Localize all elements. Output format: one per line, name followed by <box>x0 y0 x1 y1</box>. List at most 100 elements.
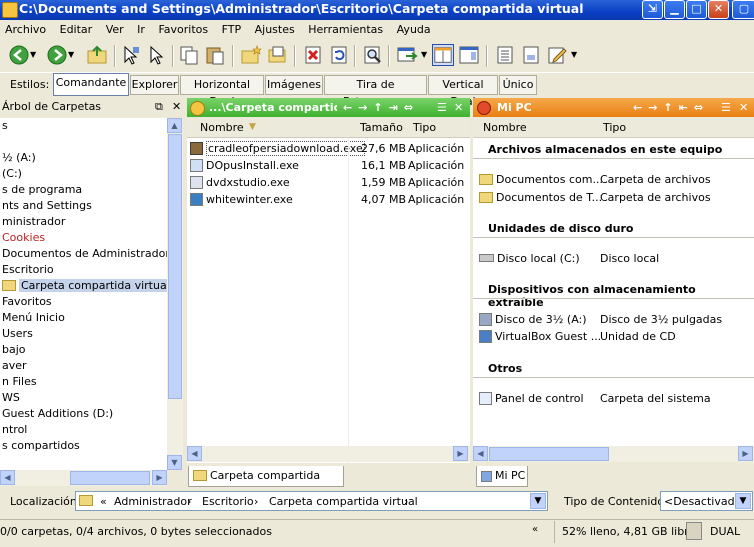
tree-item[interactable]: Escritorio <box>0 262 167 278</box>
tree-item[interactable]: s compartidos <box>0 438 167 454</box>
pane-close-icon[interactable]: ✕ <box>454 98 463 117</box>
tree-scroll-thumb[interactable] <box>168 134 182 399</box>
dual-horizontal-icon[interactable] <box>432 44 454 66</box>
tree-item[interactable]: aver <box>0 358 167 374</box>
tab-carpeta-compartida[interactable]: Carpeta compartida virtual <box>188 466 344 502</box>
edit-icon[interactable] <box>546 44 568 66</box>
menu-herramientas[interactable]: Herramientas <box>303 21 388 36</box>
scroll-left-icon[interactable]: ◀ <box>0 470 15 485</box>
tree-item[interactable]: bajo <box>0 342 167 358</box>
paste-icon[interactable] <box>204 44 226 66</box>
style-tab-tira-fotogramas[interactable]: Tira de Fotogramas <box>324 75 427 108</box>
maximize-button[interactable]: □ <box>686 0 707 19</box>
file-row[interactable]: cradleofpersiadownload.exe 27,6 MB Aplic… <box>190 140 470 157</box>
style-tab-imagenes[interactable]: Imágenes <box>265 75 323 95</box>
pane-nav-arrows-icon[interactable]: ←→↑⇤⇔ <box>633 98 709 117</box>
forward-dropdown-icon[interactable]: ▼ <box>68 50 74 59</box>
properties-icon[interactable] <box>266 44 288 66</box>
tree-item[interactable]: Users <box>0 326 167 342</box>
tree-hscroll-thumb[interactable] <box>70 471 150 485</box>
scroll-down-icon[interactable]: ▼ <box>167 455 182 470</box>
path-breadcrumb[interactable]: « <box>100 495 107 508</box>
scroll-left-icon[interactable]: ◀ <box>187 446 202 461</box>
viewer-pane-icon[interactable] <box>458 44 480 66</box>
tree-item[interactable]: Documentos de Administrador <box>0 246 167 262</box>
tree-item-cookies[interactable]: Cookies <box>0 230 167 246</box>
pane-close-icon[interactable]: ✕ <box>739 98 748 117</box>
details-view-icon[interactable] <box>494 44 516 66</box>
right-horizontal-scrollbar[interactable]: ◀ ▶ <box>473 446 754 462</box>
tree-item[interactable]: n Files <box>0 374 167 390</box>
list-item[interactable]: VirtualBox Guest ... Unidad de CD <box>479 328 754 345</box>
close-tree-icon[interactable]: ✕ <box>172 97 181 117</box>
scroll-left-icon[interactable]: ◀ <box>473 446 488 461</box>
content-type-dropdown-icon[interactable]: ▼ <box>735 493 751 509</box>
file-row[interactable]: whitewinter.exe 4,07 MB Aplicación <box>190 191 470 208</box>
scroll-right-icon[interactable]: ▶ <box>152 470 167 485</box>
close-button[interactable]: ✕ <box>708 0 729 19</box>
menu-ftp[interactable]: FTP <box>217 21 247 36</box>
sync-dropdown-icon[interactable]: ▼ <box>421 50 427 59</box>
select-icon[interactable] <box>120 44 142 66</box>
menu-ayuda[interactable]: Ayuda <box>392 21 436 36</box>
undo-icon[interactable] <box>328 44 350 66</box>
new-folder-icon[interactable] <box>240 44 262 66</box>
menu-ir[interactable]: Ir <box>132 21 150 36</box>
back-dropdown-icon[interactable]: ▼ <box>30 50 36 59</box>
column-nombre[interactable]: Nombre <box>200 121 244 134</box>
menu-archivo[interactable]: Archivo <box>0 21 51 36</box>
column-tipo[interactable]: Tipo <box>603 121 626 134</box>
back-icon[interactable] <box>8 44 30 66</box>
list-item[interactable]: Disco local (C:) Disco local <box>479 250 754 267</box>
tree-item-selected[interactable]: Carpeta compartida virtual <box>0 278 167 294</box>
restore-button[interactable]: ▢ <box>732 0 754 19</box>
column-nombre[interactable]: Nombre <box>483 121 527 134</box>
edit-dropdown-icon[interactable]: ▼ <box>571 50 577 59</box>
pane-menu-icon[interactable]: ☰ <box>437 98 447 117</box>
tree-horizontal-scrollbar[interactable]: ◀ ▶ <box>0 470 167 486</box>
pane-nav-arrows-icon[interactable]: ←→↑⇥⇔ <box>343 98 419 117</box>
tree-item[interactable]: Guest Additions (D:) <box>0 406 167 422</box>
float-pane-icon[interactable]: ⧉ <box>155 97 163 117</box>
path-separator[interactable]: › <box>187 495 191 508</box>
minimize-button[interactable]: ▁ <box>664 0 685 19</box>
deselect-icon[interactable] <box>146 44 168 66</box>
content-type-select[interactable]: <Desactivado: ▼ <box>660 491 753 511</box>
tree-item[interactable]: WS <box>0 390 167 406</box>
style-tab-comandante[interactable]: Comandante <box>53 73 129 96</box>
column-tipo[interactable]: Tipo <box>413 121 436 134</box>
list-item[interactable]: Documentos de T... Carpeta de archivos <box>479 189 754 206</box>
path-breadcrumb[interactable]: Carpeta compartida virtual <box>269 495 418 508</box>
tree-item[interactable]: ½ (A:) <box>0 150 167 166</box>
file-row[interactable]: DOpusInstall.exe 16,1 MB Aplicación <box>190 157 470 174</box>
menu-ver[interactable]: Ver <box>101 21 129 36</box>
style-tab-horizontal-dual[interactable]: Horizontal Dual <box>180 75 264 108</box>
list-item[interactable]: Panel de control Carpeta del sistema <box>479 390 754 407</box>
tree-item[interactable]: Menú Inicio <box>0 310 167 326</box>
tree-item[interactable]: s de programa <box>0 182 167 198</box>
copy-icon[interactable] <box>178 44 200 66</box>
tree-item[interactable]: nts and Settings <box>0 198 167 214</box>
thumbnails-view-icon[interactable] <box>520 44 542 66</box>
scroll-up-icon[interactable]: ▲ <box>167 118 182 133</box>
find-icon[interactable] <box>362 44 384 66</box>
scroll-right-icon[interactable]: ▶ <box>738 446 753 461</box>
location-path-field[interactable]: « Administrador › Escritorio › Carpeta c… <box>75 491 548 511</box>
column-tamano[interactable]: Tamaño <box>360 121 403 134</box>
path-separator[interactable]: › <box>254 495 258 508</box>
location-dropdown-icon[interactable]: ▼ <box>530 493 546 509</box>
sync-icon[interactable] <box>396 44 418 66</box>
pane-menu-icon[interactable]: ☰ <box>721 98 731 117</box>
style-tab-vertical-dual[interactable]: Vertical Dual <box>428 75 498 108</box>
tree-item[interactable]: ministrador <box>0 214 167 230</box>
right-hscroll-thumb[interactable] <box>489 447 609 461</box>
menu-favoritos[interactable]: Favoritos <box>153 21 213 36</box>
delete-icon[interactable] <box>302 44 324 66</box>
menu-ajustes[interactable]: Ajustes <box>250 21 300 36</box>
parent-folder-icon[interactable] <box>86 44 108 66</box>
tree-item[interactable]: s <box>0 118 167 134</box>
menu-editar[interactable]: Editar <box>55 21 98 36</box>
path-breadcrumb[interactable]: Administrador <box>114 495 192 508</box>
path-breadcrumb[interactable]: Escritorio <box>202 495 254 508</box>
scroll-right-icon[interactable]: ▶ <box>453 446 468 461</box>
